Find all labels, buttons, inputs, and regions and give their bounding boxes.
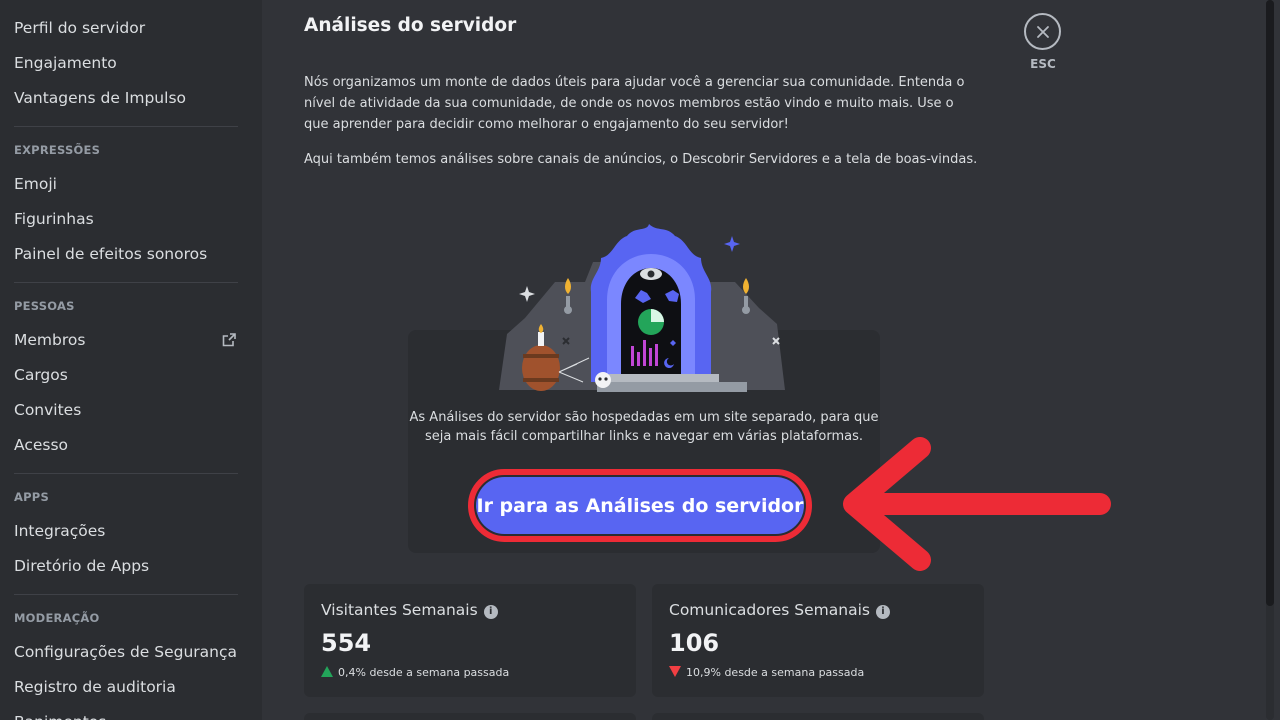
close-button[interactable] bbox=[1024, 13, 1061, 50]
sidebar-item-app-directory[interactable]: Diretório de Apps bbox=[6, 549, 238, 584]
sidebar-divider bbox=[14, 126, 238, 127]
sidebar-item-emoji[interactable]: Emoji bbox=[6, 167, 238, 202]
sidebar-item-access[interactable]: Acesso bbox=[6, 428, 238, 463]
sidebar-item-label: Membros bbox=[14, 331, 86, 349]
sidebar-divider bbox=[14, 473, 238, 474]
sidebar-item-engagement[interactable]: Engajamento bbox=[6, 46, 238, 81]
close-control[interactable]: ESC bbox=[1024, 13, 1062, 71]
esc-label: ESC bbox=[1030, 57, 1056, 71]
sidebar-divider bbox=[14, 282, 238, 283]
sidebar-header-people: PESSOAS bbox=[14, 299, 75, 313]
stat-change: 10,9% desde a semana passada bbox=[669, 666, 864, 679]
sidebar-item-integrations[interactable]: Integrações bbox=[6, 514, 238, 549]
stat-label: Visitantes Semanais i bbox=[321, 601, 498, 619]
sidebar-item-members[interactable]: Membros bbox=[6, 323, 238, 358]
trend-down-icon bbox=[669, 666, 681, 677]
sidebar-item-safety-setup[interactable]: Configurações de Segurança bbox=[6, 635, 238, 670]
trend-up-icon bbox=[321, 666, 333, 677]
stat-change-text: 0,4% desde a semana passada bbox=[338, 666, 510, 679]
close-icon bbox=[1036, 25, 1049, 38]
stat-card-partial bbox=[304, 713, 636, 720]
sidebar-item-roles[interactable]: Cargos bbox=[6, 358, 238, 393]
stat-card-partial bbox=[652, 713, 984, 720]
stat-label: Comunicadores Semanais i bbox=[669, 601, 890, 619]
stat-label-text: Comunicadores Semanais bbox=[669, 601, 870, 619]
sidebar-item-stickers[interactable]: Figurinhas bbox=[6, 202, 238, 237]
stat-label-text: Visitantes Semanais bbox=[321, 601, 478, 619]
sidebar-divider bbox=[14, 594, 238, 595]
stat-value: 106 bbox=[669, 629, 720, 657]
stat-value: 554 bbox=[321, 629, 372, 657]
sidebar-item-invites[interactable]: Convites bbox=[6, 393, 238, 428]
sidebar-nav: Perfil do servidor Engajamento Vantagens… bbox=[6, 11, 238, 720]
main-content: Análises do servidor Nós organizamos um … bbox=[262, 0, 1280, 720]
page-description: Nós organizamos um monte de dados úteis … bbox=[304, 75, 965, 132]
stat-card-weekly-visitors: Visitantes Semanais i 554 0,4% desde a se… bbox=[304, 584, 636, 697]
info-icon[interactable]: i bbox=[875, 605, 890, 619]
sidebar-header-apps: APPS bbox=[14, 490, 49, 504]
page-description-secondary: Aqui também temos análises sobre canais … bbox=[304, 152, 978, 167]
page-title: Análises do servidor bbox=[304, 15, 517, 36]
stat-change: 0,4% desde a semana passada bbox=[321, 666, 509, 679]
sidebar-item-soundboard[interactable]: Painel de efeitos sonoros bbox=[6, 237, 238, 272]
sidebar-header-moderation: MODERAÇÃO bbox=[14, 611, 100, 625]
sidebar-item-server-profile[interactable]: Perfil do servidor bbox=[6, 11, 238, 46]
stat-card-weekly-communicators: Comunicadores Semanais i 106 10,9% desde … bbox=[652, 584, 984, 697]
red-arrow-annotation bbox=[843, 437, 1111, 571]
go-to-server-analytics-button[interactable]: Ir para as Análises do servidor bbox=[476, 477, 804, 534]
promo-description: As Análises do servidor são hospedadas e… bbox=[409, 410, 879, 444]
info-icon[interactable]: i bbox=[483, 605, 498, 619]
dungeon-portal-illustration bbox=[499, 224, 785, 392]
stat-change-text: 10,9% desde a semana passada bbox=[686, 666, 865, 679]
scrollbar-thumb[interactable] bbox=[1266, 0, 1274, 606]
settings-sidebar: Perfil do servidor Engajamento Vantagens… bbox=[0, 0, 262, 720]
sidebar-item-bans[interactable]: Banimentos bbox=[6, 705, 238, 720]
sidebar-item-boost-perks[interactable]: Vantagens de Impulso bbox=[6, 81, 238, 116]
sidebar-item-audit-log[interactable]: Registro de auditoria bbox=[6, 670, 238, 705]
external-link-icon bbox=[222, 333, 236, 347]
sidebar-header-expressions: EXPRESSÕES bbox=[14, 143, 101, 157]
